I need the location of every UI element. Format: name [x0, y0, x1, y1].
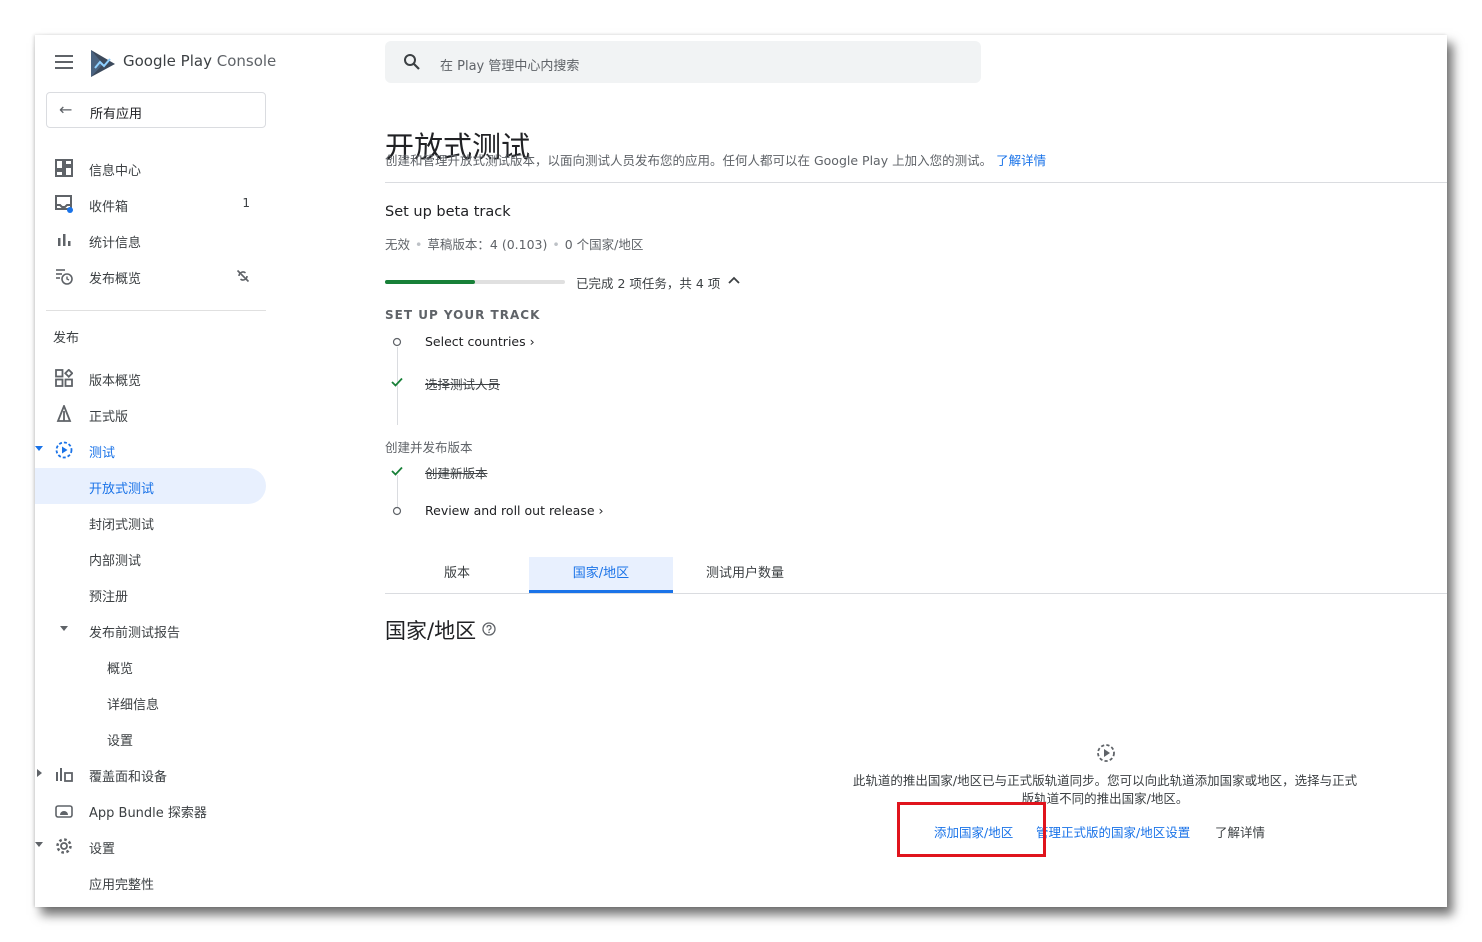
sidebar-item-dashboard[interactable]: 信息中心: [35, 150, 266, 186]
tab-tester-count[interactable]: 测试用户数量: [673, 557, 817, 593]
header-divider: [385, 182, 1447, 183]
testing-icon: [55, 441, 73, 459]
page-description: 创建和管理开放式测试版本，以面向测试人员发布您的应用。任何人都可以在 Googl…: [385, 153, 1047, 168]
arrow-back-icon: ←: [59, 100, 73, 119]
sidebar-item-report-details[interactable]: 详细信息: [35, 684, 266, 720]
testing-track-icon: [1097, 744, 1115, 762]
dashboard-icon: [55, 159, 73, 177]
step-create-release[interactable]: 创建新版本: [390, 461, 790, 483]
caret-down-icon: [35, 446, 43, 451]
highlight-annotation-box: [897, 802, 1046, 857]
manage-production-countries-link[interactable]: 管理正式版的国家/地区设置: [1036, 822, 1190, 841]
step-review-rollout[interactable]: Review and roll out release ›: [390, 501, 790, 523]
search-input[interactable]: 在 Play 管理中心内搜索: [385, 41, 981, 83]
reach-devices-icon: [56, 768, 73, 782]
sidebar-item-inbox[interactable]: 收件箱 1: [35, 186, 266, 222]
step-pending-icon: [392, 506, 402, 516]
learn-more-link[interactable]: 了解详情: [996, 153, 1046, 168]
sidebar-item-reach-devices[interactable]: 覆盖面和设备: [35, 756, 266, 792]
sync-disabled-icon: [236, 269, 250, 283]
inbox-count-badge: 1: [242, 196, 250, 210]
sidebar-item-statistics[interactable]: 统计信息: [35, 222, 266, 258]
tab-releases[interactable]: 版本: [385, 557, 529, 593]
sidebar-item-pre-launch-report[interactable]: 发布前测试报告: [35, 612, 266, 648]
progress-label: 已完成 2 项任务，共 4 项: [576, 276, 721, 291]
app-logo-text: Google Play Console: [123, 52, 277, 70]
search-icon: [404, 54, 420, 70]
sidebar-divider: [46, 310, 266, 311]
sidebar: Google Play Console ← 所有应用 信息中心 收件箱 1 统计…: [35, 35, 277, 907]
sidebar-section-release: 发布: [53, 331, 80, 346]
sidebar-item-internal-testing[interactable]: 内部测试: [35, 540, 266, 576]
sidebar-item-report-settings[interactable]: 设置: [35, 720, 266, 756]
all-apps-button[interactable]: ← 所有应用: [46, 92, 266, 128]
production-icon: [56, 405, 72, 422]
sidebar-item-app-integrity[interactable]: 应用完整性: [35, 864, 266, 900]
progress-fill: [385, 280, 475, 284]
step-group-title: SET UP YOUR TRACK: [385, 308, 541, 322]
step-group-title: 创建并发布版本: [385, 440, 473, 455]
inbox-icon: [55, 195, 73, 213]
publishing-overview-icon: [56, 269, 73, 285]
sidebar-item-pre-registration[interactable]: 预注册: [35, 576, 266, 612]
countries-learn-more-link[interactable]: 了解详情: [1215, 822, 1265, 841]
step-select-testers[interactable]: 选择测试人员: [390, 372, 790, 394]
sidebar-item-production[interactable]: 正式版: [35, 396, 266, 432]
caret-right-icon: [37, 769, 42, 777]
caret-down-icon: [60, 626, 68, 631]
track-status: 无效: [385, 237, 411, 252]
sidebar-item-closed-testing[interactable]: 封闭式测试: [35, 504, 266, 540]
sidebar-item-settings[interactable]: 设置: [35, 828, 266, 864]
bar-chart-icon: [58, 234, 71, 246]
chevron-up-icon[interactable]: [728, 275, 740, 285]
countries-heading: 国家/地区: [385, 619, 477, 643]
track-draft: 草稿版本：4 (0.103): [427, 237, 548, 252]
android-icon: [55, 805, 73, 818]
tab-countries[interactable]: 国家/地区: [529, 557, 673, 593]
caret-down-icon: [35, 842, 43, 847]
help-icon[interactable]: [482, 622, 496, 636]
checkmark-icon: [391, 377, 403, 387]
sidebar-item-report-overview[interactable]: 概览: [35, 648, 266, 684]
setup-progress-bar: [385, 280, 565, 284]
sidebar-item-publishing-overview[interactable]: 发布概览: [35, 258, 266, 294]
sidebar-item-app-bundle-explorer[interactable]: App Bundle 探索器: [35, 792, 266, 828]
sidebar-item-testing[interactable]: 测试: [35, 432, 266, 468]
gear-icon: [56, 838, 72, 854]
tab-divider: [385, 593, 1447, 594]
track-countries: 0 个国家/地区: [564, 237, 644, 252]
release-overview-icon: [55, 369, 73, 387]
sidebar-item-open-testing[interactable]: 开放式测试: [35, 468, 266, 504]
console-window: Google Play Console ← 所有应用 信息中心 收件箱 1 统计…: [35, 35, 1447, 907]
play-console-logo: [91, 50, 115, 77]
step-pending-icon: [392, 337, 402, 347]
checkmark-icon: [391, 466, 403, 476]
step-select-countries[interactable]: Select countries ›: [390, 332, 790, 354]
sidebar-item-release-overview[interactable]: 版本概览: [35, 360, 266, 396]
menu-icon[interactable]: [55, 55, 73, 69]
track-meta: 无效 • 草稿版本：4 (0.103) • 0 个国家/地区: [385, 237, 644, 252]
track-title: Set up beta track: [385, 204, 511, 220]
